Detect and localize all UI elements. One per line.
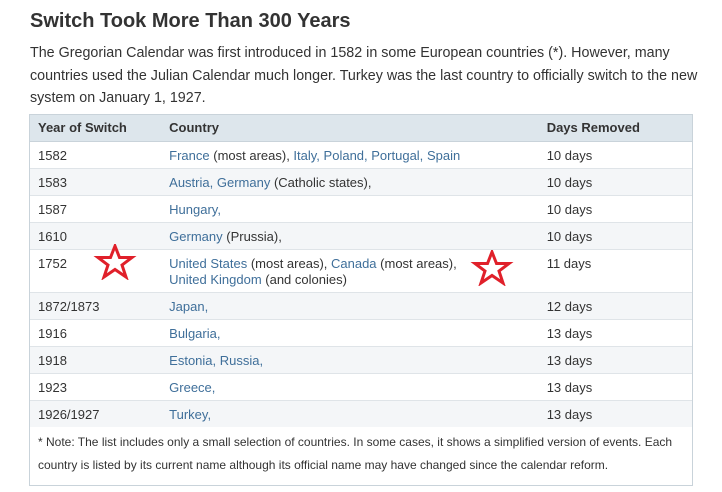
year-cell: 1587 [30, 195, 162, 223]
country-note-text: (most areas), [209, 148, 294, 163]
country-cell: Estonia, Russia, [161, 346, 539, 374]
country-cell: Hungary, [161, 195, 539, 223]
days-removed-cell: 12 days [538, 292, 692, 320]
table-row: 1916 Bulgaria, 13 days [30, 319, 692, 347]
country-note-text: (Prussia), [222, 229, 282, 244]
year-cell: 1918 [30, 346, 162, 374]
year-cell: 1926/1927 [30, 400, 162, 427]
country-link[interactable]: Hungary, [169, 202, 221, 217]
country-link[interactable]: France [169, 148, 209, 163]
country-link[interactable]: Bulgaria, [169, 326, 220, 341]
table-header-row: Year of Switch Country Days Removed [30, 115, 692, 142]
days-removed-cell: 13 days [538, 319, 692, 347]
year-cell: 1916 [30, 319, 162, 347]
intro-paragraph: The Gregorian Calendar was first introdu… [30, 45, 698, 106]
days-removed-cell: 10 days [538, 141, 692, 169]
footnote: * Note: The list includes only a small s… [38, 435, 673, 472]
table-row: 1582 France (most areas), Italy, Poland, … [30, 141, 692, 169]
country-cell: France (most areas), Italy, Poland, Port… [161, 141, 539, 169]
country-cell: Greece, [161, 373, 539, 401]
country-note-text: (most areas), [376, 256, 457, 271]
country-link[interactable]: Estonia, [169, 353, 216, 368]
year-cell: 1583 [30, 168, 162, 196]
header-year-of-switch: Year of Switch [30, 115, 162, 142]
country-link[interactable]: Japan, [169, 299, 208, 314]
table-row: 1872/1873 Japan, 12 days [30, 292, 692, 320]
year-cell: 1872/1873 [30, 292, 162, 320]
country-link[interactable]: Poland, [324, 148, 368, 163]
country-cell: Turkey, [161, 400, 539, 427]
country-link[interactable]: Italy, [293, 148, 320, 163]
country-link[interactable]: Portugal, [371, 148, 423, 163]
country-link[interactable]: Greece, [169, 380, 215, 395]
header-country: Country [161, 115, 539, 142]
days-removed-cell: 13 days [538, 346, 692, 374]
days-removed-cell: 10 days [538, 195, 692, 223]
country-link[interactable]: United States [169, 256, 247, 271]
country-cell: Bulgaria, [161, 319, 539, 347]
country-link[interactable]: Austria, [169, 175, 213, 190]
country-link[interactable]: United Kingdom [169, 272, 262, 287]
country-link[interactable]: Spain [427, 148, 460, 163]
country-link[interactable]: Germany [217, 175, 270, 190]
country-note-text: (most areas), [247, 256, 331, 271]
days-removed-cell: 13 days [538, 400, 692, 427]
table-row: 1926/1927 Turkey, 13 days [30, 400, 692, 427]
star-icon [470, 250, 514, 286]
days-removed-cell: 11 days [538, 249, 692, 293]
country-link[interactable]: Turkey, [169, 407, 211, 422]
calendar-switch-table-box: Year of Switch Country Days Removed 1582… [29, 114, 693, 486]
country-note-text: (Catholic states), [270, 175, 372, 190]
header-days-removed: Days Removed [538, 115, 692, 142]
days-removed-cell: 10 days [538, 222, 692, 250]
country-cell: Germany (Prussia), [161, 222, 539, 250]
year-cell: 1582 [30, 141, 162, 169]
country-note-text: (and colonies) [261, 272, 347, 287]
table-row: 1923 Greece, 13 days [30, 373, 692, 401]
country-link[interactable]: Germany [169, 229, 222, 244]
days-removed-cell: 10 days [538, 168, 692, 196]
country-link[interactable]: Russia, [220, 353, 263, 368]
year-cell: 1923 [30, 373, 162, 401]
days-removed-cell: 13 days [538, 373, 692, 401]
country-cell: Austria, Germany (Catholic states), [161, 168, 539, 196]
page-title: Switch Took More Than 300 Years [30, 10, 351, 32]
country-cell: Japan, [161, 292, 539, 320]
country-link[interactable]: Canada [331, 256, 377, 271]
table-row: 1587 Hungary, 10 days [30, 195, 692, 223]
table-row: 1918 Estonia, Russia, 13 days [30, 346, 692, 374]
table-row: 1583 Austria, Germany (Catholic states), 1… [30, 168, 692, 196]
table-body: 1582 France (most areas), Italy, Poland, … [30, 141, 692, 427]
star-icon [93, 244, 137, 280]
